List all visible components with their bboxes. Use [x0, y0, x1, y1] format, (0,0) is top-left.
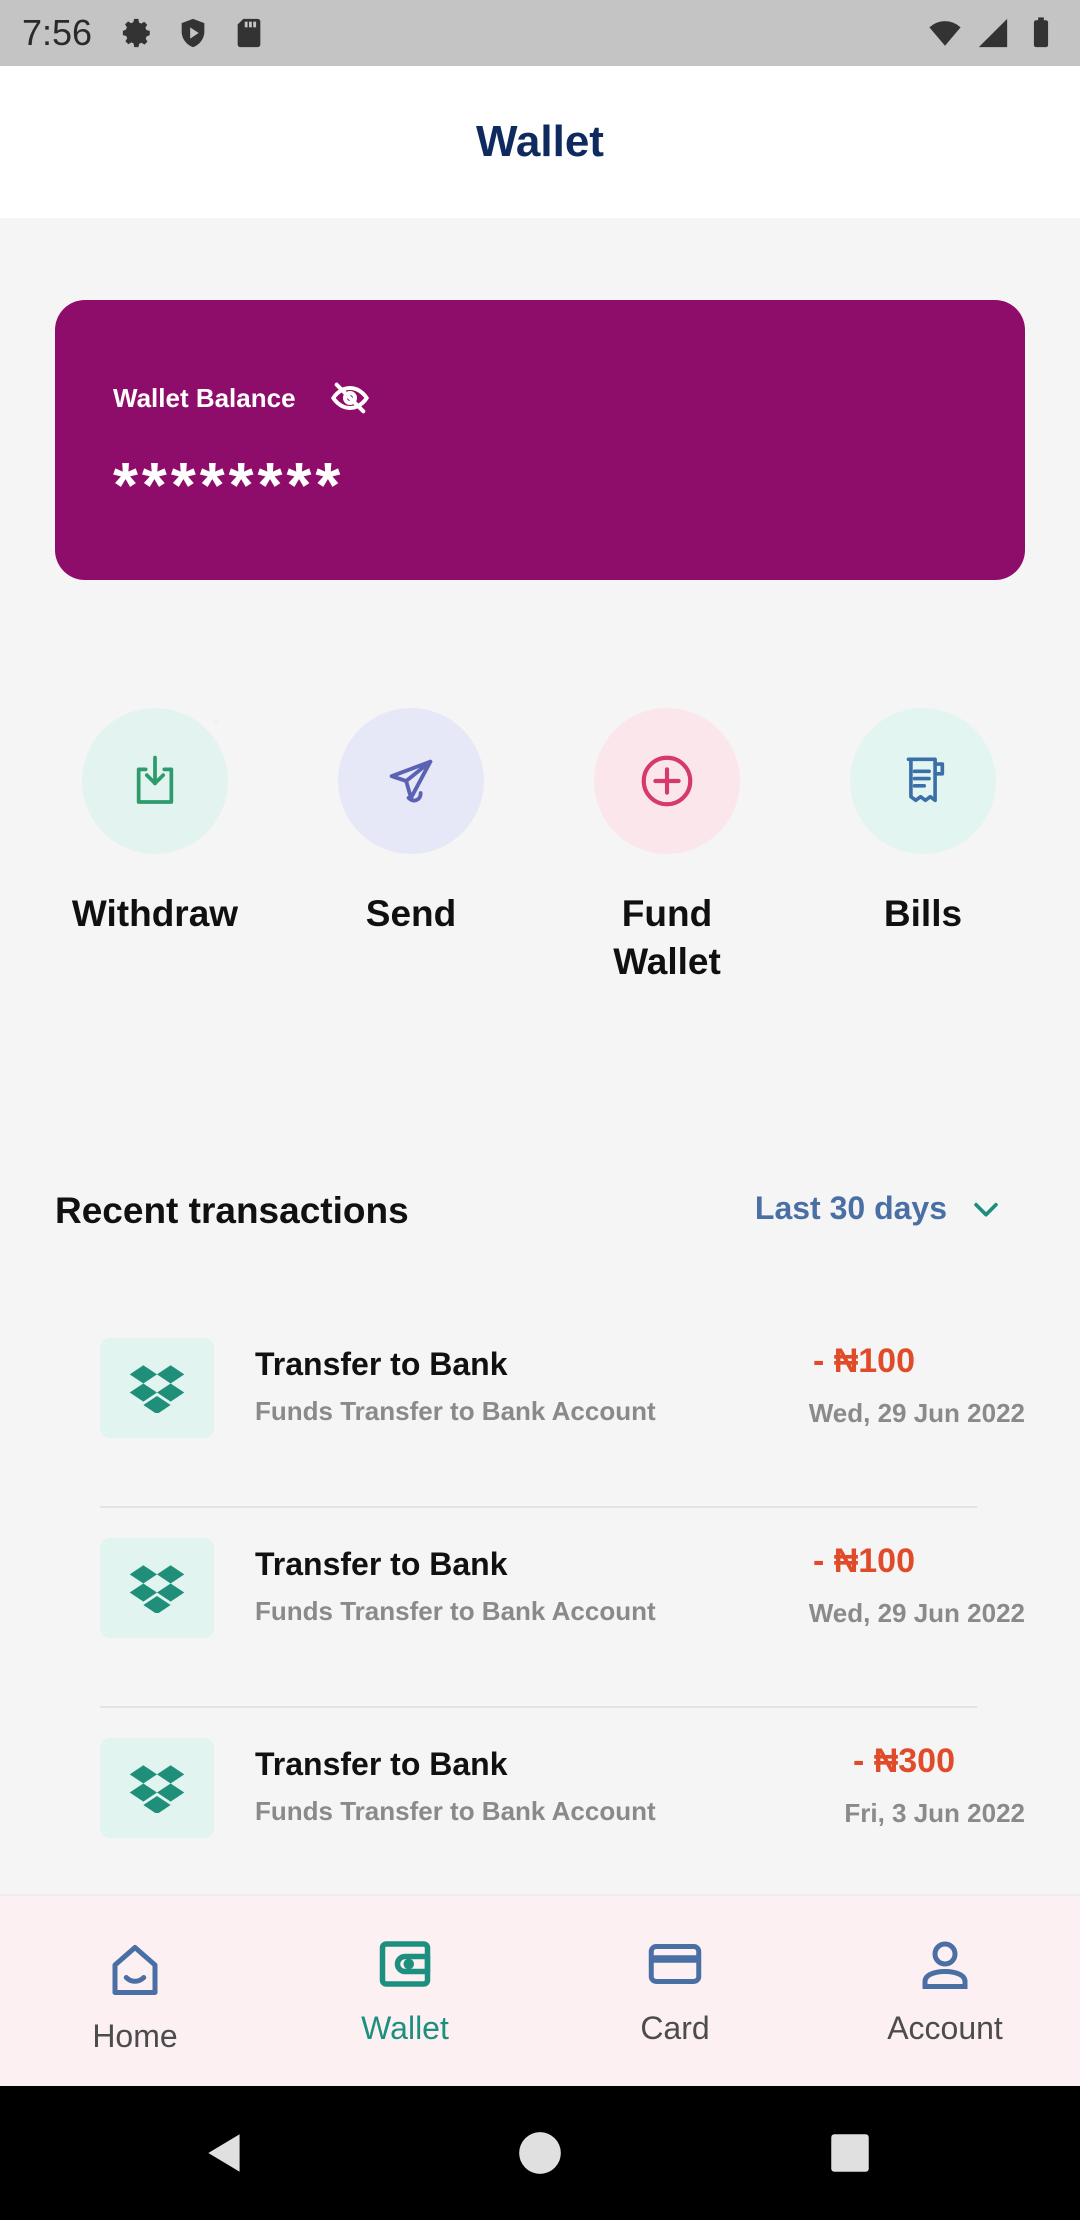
home-circle-icon[interactable] [515, 2128, 565, 2178]
status-bar: 7:56 [0, 0, 1080, 66]
nav-label-wallet: Wallet [361, 2010, 449, 2046]
transaction-date: Wed, 29 Jun 2022 [808, 1398, 1025, 1428]
send-button[interactable]: Send [301, 708, 521, 938]
transaction-amount: - ₦100 [812, 1542, 915, 1580]
balance-label: Wallet Balance [113, 382, 296, 413]
transaction-amount: - ₦100 [812, 1342, 915, 1380]
page-title: Wallet [476, 117, 604, 166]
battery-icon [1033, 17, 1049, 48]
signal-icon [978, 18, 1008, 48]
transaction-date: Wed, 29 Jun 2022 [808, 1598, 1025, 1628]
dropbox-icon [129, 1365, 185, 1413]
wifi-icon [929, 21, 961, 46]
back-icon[interactable] [200, 2128, 250, 2178]
date-filter-label: Last 30 days [754, 1190, 947, 1226]
status-time: 7:56 [22, 12, 93, 53]
date-filter-dropdown[interactable]: Last 30 days [755, 1190, 1003, 1227]
dropbox-icon [129, 1765, 185, 1813]
transaction-subtitle: Funds Transfer to Bank Account [255, 1396, 656, 1426]
quick-actions: Withdraw Send Fund Wallet Bills [0, 708, 1080, 1008]
transaction-icon-box [100, 1338, 214, 1438]
wallet-icon [379, 1941, 431, 1987]
download-icon [136, 755, 174, 804]
bottom-nav: Home Wallet Card Account [0, 1894, 1080, 2086]
transaction-icon-box [100, 1538, 214, 1638]
transaction-row[interactable]: Transfer to Bank Funds Transfer to Bank … [100, 1708, 1025, 1894]
transaction-subtitle: Funds Transfer to Bank Account [255, 1596, 656, 1626]
transaction-amount: - ₦300 [852, 1742, 955, 1780]
transaction-title: Transfer to Bank [255, 1746, 508, 1782]
card-icon [648, 1944, 702, 1984]
balance-value: ******** [113, 449, 345, 521]
nav-label-account: Account [887, 2010, 1003, 2046]
send-label: Send [365, 893, 457, 934]
nav-label-home: Home [92, 2018, 178, 2054]
transaction-icon-box [100, 1738, 214, 1838]
transaction-row[interactable]: Transfer to Bank Funds Transfer to Bank … [100, 1308, 1025, 1508]
transaction-title: Transfer to Bank [255, 1346, 508, 1382]
withdraw-label: Withdraw [71, 893, 239, 934]
send-icon-circle [338, 708, 484, 854]
chevron-down-icon [974, 1202, 998, 1217]
fund-wallet-label: Fund Wallet [613, 893, 721, 982]
nav-item-account[interactable]: Account [810, 1896, 1080, 2088]
shield-icon [181, 18, 205, 48]
withdraw-icon-circle [82, 708, 228, 854]
settings-icon [122, 18, 150, 48]
fund-wallet-icon-circle [594, 708, 740, 854]
balance-card: Wallet Balance ******** [55, 300, 1025, 580]
fund-wallet-button[interactable]: Fund Wallet [557, 708, 777, 986]
nav-item-wallet[interactable]: Wallet [270, 1896, 540, 2088]
transaction-title: Transfer to Bank [255, 1546, 508, 1582]
eye-off-icon[interactable] [330, 378, 370, 418]
nav-item-home[interactable]: Home [0, 1896, 270, 2088]
bills-button[interactable]: Bills [813, 708, 1033, 938]
bills-label: Bills [883, 893, 963, 934]
wallet-content: Wallet Balance ******** Withdraw Send Fu… [0, 218, 1080, 1894]
sd-card-icon [237, 18, 261, 48]
transaction-row[interactable]: Transfer to Bank Funds Transfer to Bank … [100, 1508, 1025, 1708]
nav-label-card: Card [640, 2010, 710, 2046]
home-icon [112, 1945, 158, 1995]
transaction-date: Fri, 3 Jun 2022 [844, 1798, 1025, 1828]
app-header: Wallet [0, 66, 1080, 218]
receipt-icon [906, 757, 945, 803]
transaction-subtitle: Funds Transfer to Bank Account [255, 1796, 656, 1826]
system-nav-bar [0, 2086, 1080, 2220]
recent-transactions-header: Recent transactions Last 30 days [55, 1184, 1025, 1244]
recents-icon[interactable] [825, 2128, 875, 2178]
recent-transactions-title: Recent transactions [55, 1190, 409, 1231]
nav-item-card[interactable]: Card [540, 1896, 810, 2088]
bills-icon-circle [850, 708, 996, 854]
account-icon [922, 1941, 968, 1989]
send-icon [389, 759, 433, 803]
withdraw-button[interactable]: Withdraw [45, 708, 265, 938]
plus-circle-icon [641, 755, 693, 807]
dropbox-icon [129, 1565, 185, 1613]
